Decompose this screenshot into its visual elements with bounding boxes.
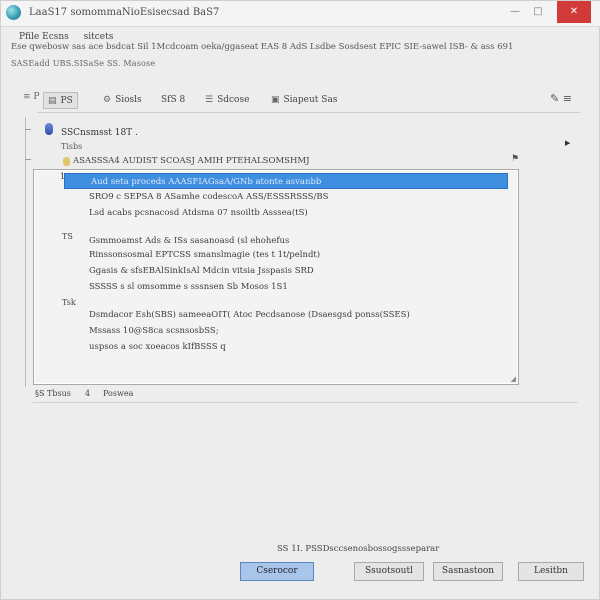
list-item[interactable]: Gsmmoamst Ads & ISs sasanoasd (sl ehohef… — [89, 236, 289, 246]
footer-note: SS 1I. PSSDsccsenosbossogssseparar — [277, 544, 440, 554]
resize-grip-icon[interactable]: ◢ — [511, 375, 516, 383]
primary-action-button[interactable]: Cserocor — [240, 562, 314, 581]
toolbar-tab-ps[interactable]: ▤ PS — [43, 92, 78, 109]
tree-node-subtitle: Tisbs — [61, 142, 83, 151]
status-count: 4 — [85, 389, 91, 398]
grid-icon: ▤ — [48, 96, 57, 106]
entries-listbox[interactable]: 1 Aud seta proceds AAASFIAGsaA/GNb atont… — [33, 169, 519, 385]
list-header-text: ASASSSA4 AUDIST SCOASJ AMIH PTEHALSOMSHM… — [73, 156, 310, 166]
menu-item-secondary[interactable]: sitcets — [84, 32, 114, 42]
minimize-button[interactable]: — — [504, 1, 526, 23]
tree-node-title[interactable]: SSCnsmsst 18T . — [61, 128, 138, 138]
lightbulb-icon — [63, 157, 70, 166]
status-left[interactable]: §S Tbsus — [35, 389, 71, 398]
toolbar: ≡ P ▤ PS ⚙ Siosls SfS 8 ☰ Sdcose ▣ Siapeut S… — [23, 89, 580, 113]
list-item[interactable]: SSSSS s sl omsomme s sssnsen Sb Mosos 1S… — [89, 282, 288, 292]
application-window: LaaS17 somommaNioEsisecsad BaS7 — □ ✕ Pf… — [0, 0, 600, 600]
toolbar-tab-sfs[interactable]: SfS 8 — [157, 92, 189, 109]
window-title: LaaS17 somommaNioEsisecsad BaS7 — [29, 7, 220, 18]
maximize-button[interactable]: □ — [527, 1, 549, 23]
expand-arrow-icon[interactable]: ▶ — [565, 139, 570, 147]
toolbar-tab-label: Siapeut Sas — [283, 95, 338, 105]
close-button[interactable]: ✕ — [557, 1, 591, 23]
tree-tick — [25, 159, 31, 160]
toolbar-tab-label: PS — [60, 96, 73, 106]
toolbar-tab-siapeut[interactable]: ▣ Siapeut Sas — [267, 92, 341, 109]
app-logo-icon — [6, 5, 21, 20]
toolbar-tab-siosls[interactable]: ⚙ Siosls — [99, 92, 146, 109]
list-item[interactable]: SRO9 c SEPSA 8 ASamhe codescoA ASS/ESSSR… — [89, 192, 328, 202]
menu-bar: Pfile Ecsns sitcets — [19, 32, 125, 42]
list-item[interactable]: Rinssonsosmal EPTCSS smanslmagie (tes t … — [89, 250, 320, 260]
toolbar-handle-icon[interactable]: ≡ P — [23, 92, 39, 102]
menu-item-file[interactable]: Pfile Ecsns — [19, 32, 69, 42]
toolbar-tab-label: Sdcose — [217, 95, 250, 105]
group-tag: TS — [62, 232, 73, 241]
toolbar-tab-label: SfS 8 — [161, 95, 186, 105]
list-header: ASASSSA4 AUDIST SCOASJ AMIH PTEHALSOMSHM… — [63, 154, 519, 170]
title-bar: LaaS17 somommaNioEsisecsad BaS7 — □ ✕ — [1, 1, 600, 27]
info-description: Ese qwebosw sas ace bsdcat Sil 1Mcdcoam … — [11, 42, 514, 52]
list-item[interactable]: Ggasis & sfsEBAlSinkIsAl Mdcin vitsia Js… — [89, 266, 314, 276]
status-right[interactable]: Poswea — [103, 389, 133, 398]
flag-icon[interactable]: ⚑ — [511, 154, 519, 164]
tertiary-action-button[interactable]: Sasnastoon — [433, 562, 503, 581]
list-item[interactable]: uspsos a soc xoeacos kIfBSSS q — [89, 342, 226, 352]
section-label: SASEadd UBS.SISaSe SS. Masose — [11, 59, 156, 68]
cancel-button[interactable]: Lesitbn — [518, 562, 584, 581]
group-tag: Tsk — [62, 298, 76, 307]
toolbar-tab-label: Siosls — [115, 95, 142, 105]
panel-icon: ▣ — [271, 95, 280, 105]
edit-icon[interactable]: ✎ ≡ — [550, 92, 572, 105]
list-item[interactable]: Mssass 10@S8ca scsnsosbSS; — [89, 326, 219, 336]
database-icon — [45, 123, 53, 135]
secondary-action-button[interactable]: Ssuotsoutl — [354, 562, 424, 581]
toolbar-tab-sdcose[interactable]: ☰ Sdcose — [201, 92, 253, 109]
list-item[interactable]: Dsmdacor Esh(SBS) sameeaOIT( Atoc Pecdsa… — [89, 310, 410, 320]
list-item[interactable]: Lsd acabs pcsnacosd Atdsma 07 nsoiltb As… — [89, 208, 308, 218]
list-item-selected[interactable]: Aud seta proceds AAASFIAGsaA/GNb atonte … — [64, 173, 508, 189]
gear-icon: ⚙ — [103, 95, 112, 105]
status-row: §S Tbsus 4 Poswea — [33, 387, 578, 403]
list-icon: ☰ — [205, 95, 214, 105]
tree-tick — [25, 129, 31, 130]
tree-guide-line — [25, 117, 26, 387]
